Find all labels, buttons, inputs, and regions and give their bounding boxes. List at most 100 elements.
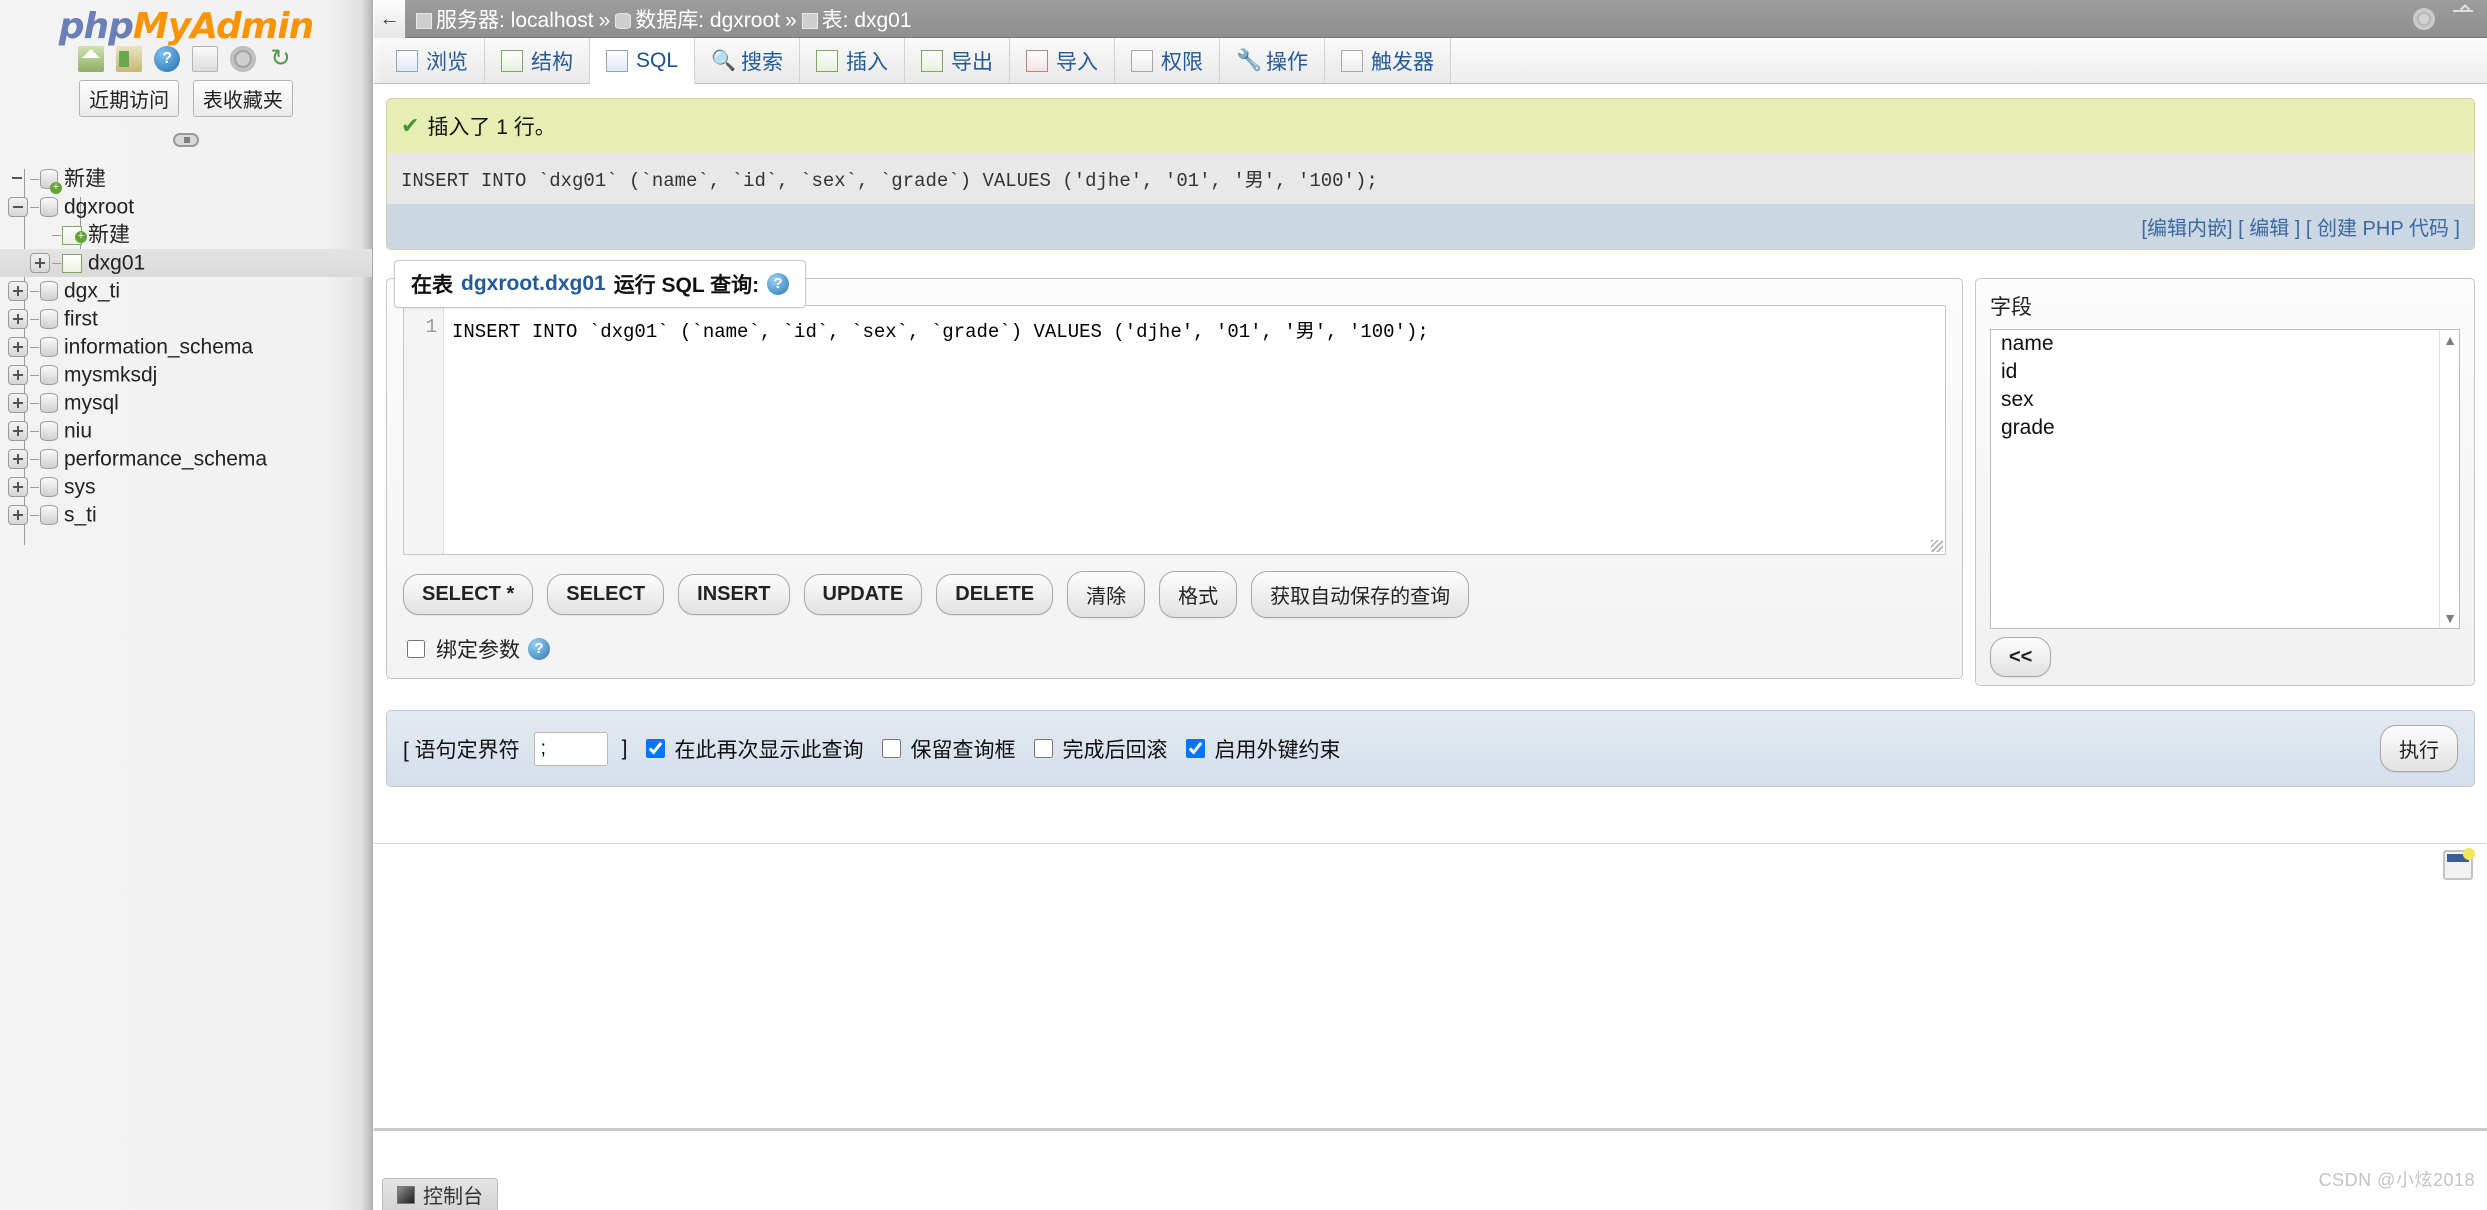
database-tree: 新建 dgxroot 新建 dxg01 dgx_ti first informa… — [0, 155, 372, 545]
show-query-again-checkbox[interactable] — [645, 739, 665, 758]
navigation-toggle[interactable] — [0, 125, 372, 155]
delete-button[interactable]: DELETE — [936, 574, 1054, 615]
tree-item-new-database[interactable]: 新建 — [0, 165, 372, 195]
column-option[interactable]: sex — [1991, 386, 2459, 414]
tree-item-dxg01[interactable]: dxg01 — [0, 249, 372, 277]
column-option[interactable]: name — [1991, 330, 2459, 358]
tab-privileges[interactable]: 权限 — [1115, 38, 1221, 83]
editor-resize-handle[interactable] — [1931, 540, 1943, 552]
tree-item-new-table[interactable]: 新建 — [0, 221, 372, 249]
clear-button[interactable]: 清除 — [1067, 571, 1146, 618]
edit-inline-link[interactable]: [编辑内嵌] — [2141, 218, 2232, 240]
get-autosaved-query-button[interactable]: 获取自动保存的查询 — [1251, 571, 1470, 618]
scroll-up-icon[interactable]: ▲ — [2440, 330, 2459, 350]
sql-editor[interactable]: 1 INSERT INTO `dxg01` (`name`, `id`, `se… — [403, 305, 1946, 555]
tree-expand-plus-icon[interactable] — [8, 449, 28, 470]
tab-import[interactable]: 导入 — [1010, 38, 1116, 83]
tree-item-mysql[interactable]: mysql — [0, 389, 372, 417]
breadcrumb-database[interactable]: 数据库: dgxroot — [635, 9, 780, 32]
tree-expand-plus-icon[interactable] — [30, 253, 50, 274]
tree-expand-plus-icon[interactable] — [8, 309, 28, 330]
reload-icon[interactable]: ↻ — [268, 46, 294, 72]
link-with-main-panel-icon[interactable] — [173, 133, 199, 147]
tree-item-dgx_ti[interactable]: dgx_ti — [0, 277, 372, 305]
tree-item-dgxroot[interactable]: dgxroot — [0, 193, 372, 221]
tree-item-label: 新建 — [64, 167, 106, 191]
tree-item-information_schema[interactable]: information_schema — [0, 333, 372, 361]
go-button[interactable]: 执行 — [2380, 725, 2458, 772]
columns-list-scrollbar[interactable]: ▲ ▼ — [2439, 330, 2459, 628]
window-panel-icon[interactable] — [2443, 848, 2475, 880]
tab-triggers[interactable]: 触发器 — [1325, 38, 1452, 83]
db-icon — [40, 505, 58, 526]
column-option[interactable]: id — [1991, 358, 2459, 386]
tab-operations[interactable]: 🔧 操作 — [1220, 38, 1326, 83]
tree-connector — [30, 290, 39, 292]
tree-item-first[interactable]: first — [0, 305, 372, 333]
column-option[interactable]: grade — [1991, 414, 2459, 442]
tree-expand-plus-icon[interactable] — [8, 281, 28, 302]
select-button[interactable]: SELECT — [547, 574, 665, 615]
help-icon[interactable]: ? — [154, 46, 181, 72]
settings-icon[interactable] — [229, 46, 256, 72]
home-icon[interactable] — [78, 46, 105, 72]
insert-columns-button[interactable]: << — [1990, 637, 2052, 677]
keep-query-box-option[interactable]: 保留查询框 — [878, 734, 1016, 764]
select-star-button[interactable]: SELECT * — [403, 574, 534, 615]
edit-link[interactable]: [ 编辑 ] — [2238, 218, 2300, 240]
tab-search[interactable]: 🔍 搜索 — [695, 38, 801, 83]
collapse-up-icon[interactable] — [2453, 0, 2475, 30]
show-query-again-option[interactable]: 在此再次显示此查询 — [642, 734, 864, 764]
bind-parameters-checkbox[interactable] — [407, 640, 425, 658]
tree-expand-plus-icon[interactable] — [8, 393, 28, 414]
format-button[interactable]: 格式 — [1159, 571, 1238, 618]
tree-item-niu[interactable]: niu — [0, 417, 372, 445]
rollback-on-completion-option[interactable]: 完成后回滚 — [1030, 734, 1168, 764]
breadcrumb-server[interactable]: 服务器: localhost — [436, 9, 594, 32]
tree-expand-plus-icon[interactable] — [8, 477, 28, 498]
tab-insert[interactable]: 插入 — [800, 38, 906, 83]
docs-icon[interactable] — [191, 46, 218, 72]
db-icon — [40, 365, 58, 386]
tab-sql[interactable]: SQL — [590, 38, 696, 84]
gear-icon[interactable] — [2413, 8, 2435, 30]
rollback-on-completion-checkbox[interactable] — [1033, 739, 1053, 758]
keep-query-box-label: 保留查询框 — [910, 738, 1016, 762]
help-icon[interactable]: ? — [528, 638, 550, 660]
enable-foreign-keys-option[interactable]: 启用外键约束 — [1182, 734, 1341, 764]
favorite-tables-button[interactable]: 表收藏夹 — [192, 80, 293, 117]
back-button[interactable]: ← — [374, 0, 406, 38]
tab-label: 结构 — [531, 50, 573, 74]
columns-panel-label: 字段 — [1990, 296, 2032, 319]
exit-icon[interactable] — [116, 46, 143, 72]
tree-expand-plus-icon[interactable] — [8, 505, 28, 526]
update-button[interactable]: UPDATE — [803, 574, 923, 615]
delimiter-input[interactable] — [533, 731, 608, 766]
tree-item-sys[interactable]: sys — [0, 473, 372, 501]
breadcrumb-table[interactable]: 表: dxg01 — [822, 9, 912, 32]
columns-list[interactable]: name id sex grade ▲ ▼ — [1990, 329, 2460, 629]
tab-export[interactable]: 导出 — [905, 38, 1011, 83]
tree-item-s_ti[interactable]: s_ti — [0, 501, 372, 529]
sql-query-title: 在表 dgxroot.dxg01 运行 SQL 查询: ? — [394, 260, 807, 308]
tree-expand-plus-icon[interactable] — [8, 421, 28, 442]
phpmyadmin-logo[interactable]: phpMyAdmin — [0, 0, 372, 47]
tab-label: 导出 — [951, 50, 994, 74]
tree-connector — [52, 234, 61, 236]
console-toggle[interactable]: 控制台 — [382, 1178, 498, 1210]
tree-collapse-minus-icon[interactable] — [8, 197, 28, 218]
tree-item-performance_schema[interactable]: performance_schema — [0, 445, 372, 473]
help-icon[interactable]: ? — [767, 273, 790, 295]
tree-item-mysmksdj[interactable]: mysmksdj — [0, 361, 372, 389]
tree-expand-plus-icon[interactable] — [8, 365, 28, 386]
create-php-code-link[interactable]: [ 创建 PHP 代码 ] — [2306, 218, 2460, 240]
scroll-down-icon[interactable]: ▼ — [2440, 608, 2459, 628]
enable-foreign-keys-checkbox[interactable] — [1185, 739, 1205, 758]
keep-query-box-checkbox[interactable] — [881, 739, 901, 758]
tree-expand-plus-icon[interactable] — [8, 337, 28, 358]
insert-button[interactable]: INSERT — [678, 574, 790, 615]
tab-label: 插入 — [846, 50, 889, 74]
recent-tables-button[interactable]: 近期访问 — [79, 80, 180, 117]
tab-browse[interactable]: 浏览 — [380, 38, 485, 83]
tab-structure[interactable]: 结构 — [485, 38, 590, 83]
